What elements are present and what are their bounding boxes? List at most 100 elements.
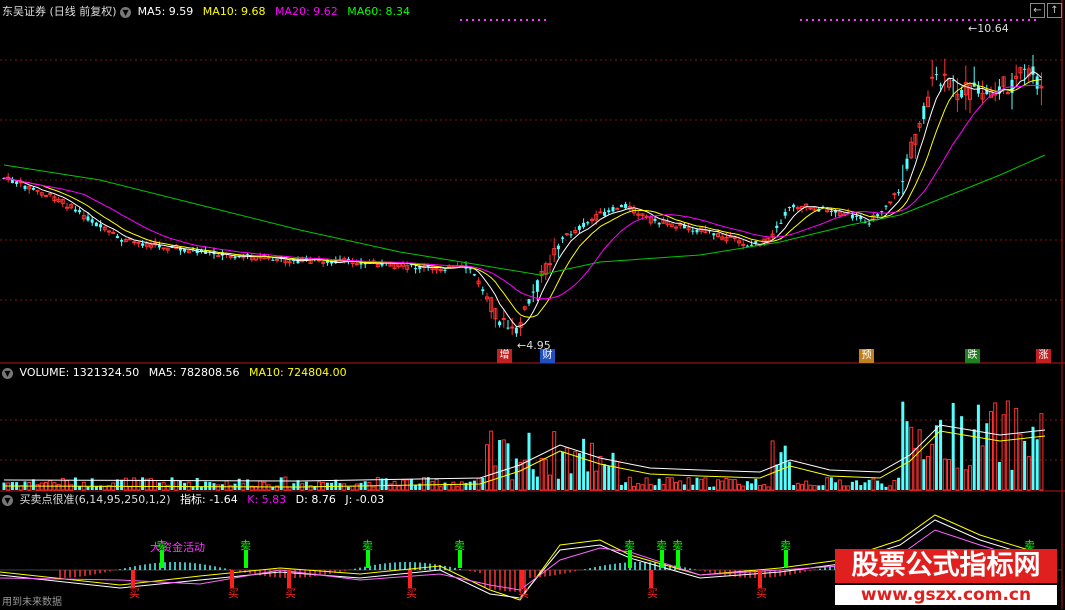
signal-dot	[944, 19, 946, 21]
volume-bar	[115, 479, 119, 490]
candle-body	[892, 193, 897, 196]
candle-body	[18, 181, 23, 184]
volume-bar	[758, 484, 762, 491]
volume-bar	[1035, 439, 1039, 490]
volume-bar	[120, 479, 124, 490]
volume-bar	[619, 484, 623, 490]
dropdown-icon[interactable]: ▼	[2, 367, 13, 379]
candle-body	[745, 245, 749, 247]
volume-bar	[1039, 413, 1044, 491]
left-arrow-icon: ←	[517, 339, 527, 352]
event-badge-zhang[interactable]: 涨	[1036, 349, 1051, 363]
volume-bar	[380, 478, 384, 490]
up-arrow-icon[interactable]: ↑	[1047, 3, 1062, 18]
candle-body	[960, 89, 964, 98]
volume-bar	[837, 479, 842, 491]
volume-bar	[876, 480, 880, 490]
signal-dot	[484, 19, 486, 21]
sell-marker-bar	[628, 550, 632, 568]
volume-bar	[266, 484, 271, 491]
candle-body	[897, 192, 901, 194]
volume-bar	[644, 477, 649, 491]
volume-bar	[569, 473, 573, 490]
volume-bar	[980, 445, 985, 491]
event-badge-zeng[interactable]: 增	[497, 349, 512, 363]
volume-bar	[611, 452, 615, 490]
signal-dot	[914, 19, 916, 21]
stock-chart[interactable]: 卖卖卖卖卖卖卖卖卖买买买买买买买	[0, 0, 1065, 609]
volume-bar	[795, 482, 800, 491]
volume-bar	[627, 476, 632, 491]
event-badge-die[interactable]: 跌	[965, 349, 980, 363]
signal-dot	[866, 19, 868, 21]
candle-body	[561, 237, 565, 239]
volume-bar	[917, 429, 922, 491]
candle-body	[498, 321, 502, 326]
sell-marker-text: 卖	[362, 539, 373, 552]
volume-bar	[745, 481, 749, 490]
candle-body	[107, 230, 111, 233]
main-panel-header: 东吴证券 (日线 前复权) ▼ MA5: 9.59 MA10: 9.68 MA2…	[2, 5, 410, 19]
signal-dot	[806, 19, 808, 21]
candle-body	[577, 225, 581, 230]
signal-dot	[472, 19, 474, 21]
volume-bar	[1018, 433, 1023, 491]
volume-bar	[216, 484, 221, 491]
candle-body	[930, 76, 935, 79]
volume-bar	[661, 483, 666, 491]
candle-body	[78, 210, 82, 213]
buy-marker-bar	[230, 570, 234, 588]
indicator-title: 买卖点很准(6,14,95,250,1,2)	[19, 493, 171, 506]
volume-bar	[296, 480, 300, 490]
volume-bar	[812, 485, 817, 491]
back-arrow-icon[interactable]: ←	[1030, 3, 1045, 18]
candle-body	[216, 255, 221, 258]
volume-bar	[141, 477, 145, 490]
dropdown-icon[interactable]: ▼	[2, 494, 13, 506]
candle-body	[228, 255, 233, 258]
candle-body	[586, 222, 590, 224]
volume-bar	[716, 479, 720, 491]
volume-bar	[741, 485, 746, 491]
signal-dot	[1022, 19, 1024, 21]
dropdown-icon[interactable]: ▼	[120, 6, 132, 18]
volume-bar	[901, 401, 905, 490]
event-badge-cai[interactable]: 财	[540, 349, 555, 363]
volume-bar	[804, 480, 809, 491]
candle-body	[590, 218, 594, 221]
volume-bar	[561, 451, 565, 490]
volume-bar	[86, 486, 90, 490]
volume-bar	[132, 477, 137, 491]
signal-dot	[908, 19, 910, 21]
volume-bar	[304, 481, 308, 490]
candle-body	[787, 207, 791, 209]
volume-bar	[686, 477, 691, 491]
volume-bar	[195, 477, 199, 490]
event-badge-yu[interactable]: 预	[859, 349, 874, 363]
volume-bar	[573, 451, 578, 491]
volume-bar	[308, 485, 313, 491]
volume-bar	[455, 485, 460, 491]
volume-bar	[468, 481, 472, 490]
volume-bar	[615, 460, 620, 491]
signal-dot	[800, 19, 802, 21]
candle-body	[691, 230, 695, 232]
candle-body	[31, 187, 35, 190]
candle-body	[296, 259, 300, 264]
candle-body	[468, 268, 472, 270]
volume-bar	[695, 477, 699, 490]
volume-bar	[31, 479, 35, 490]
volume-bar	[682, 484, 686, 490]
volume-bar	[56, 484, 61, 491]
volume-bar	[750, 483, 754, 490]
volume-bar	[632, 485, 636, 491]
signal-dot	[890, 19, 892, 21]
signal-dot	[974, 19, 976, 21]
volume-bar	[128, 486, 132, 491]
candle-body	[712, 233, 716, 236]
sell-marker-text: 卖	[656, 539, 667, 552]
signal-dot	[854, 19, 856, 21]
volume-bar	[712, 486, 716, 490]
vol-ma10-label: MA10: 724804.00	[248, 366, 347, 379]
ma10-label: MA10: 9.68	[202, 5, 266, 18]
